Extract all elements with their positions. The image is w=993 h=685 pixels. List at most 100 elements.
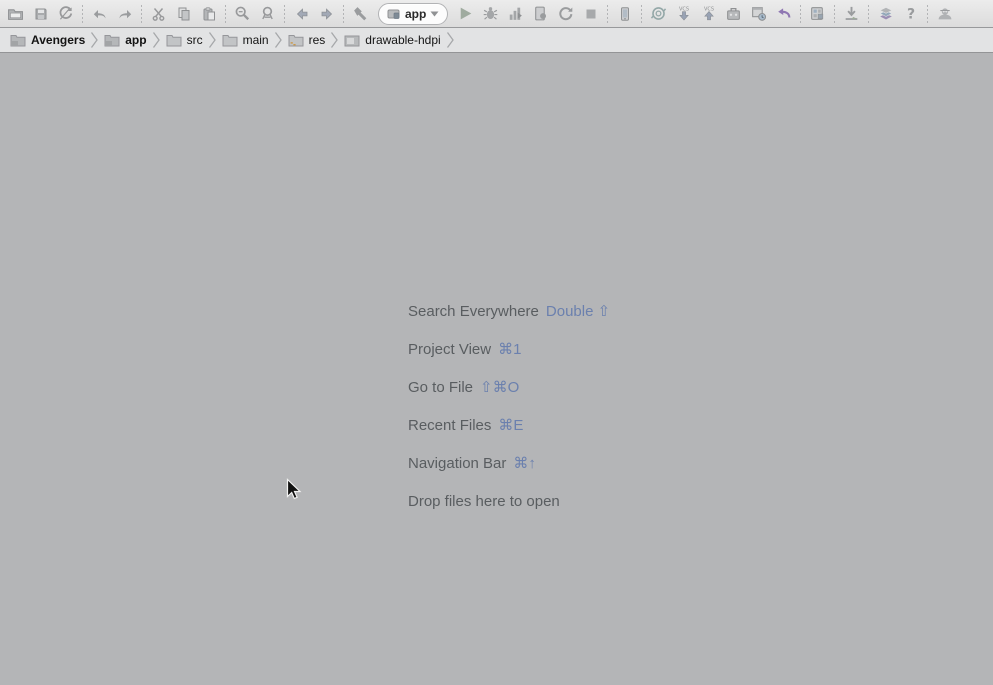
- app-module-icon: [387, 7, 401, 21]
- breadcrumb-label: drawable-hdpi: [365, 33, 440, 47]
- run-button[interactable]: [453, 2, 478, 26]
- shortcut-action: Drop files here to open: [408, 493, 560, 510]
- breadcrumb-label: main: [243, 33, 269, 47]
- project-structure-button[interactable]: [873, 2, 898, 26]
- breadcrumb-label: src: [187, 33, 203, 47]
- vcs-update-button[interactable]: VCS: [671, 2, 696, 26]
- breadcrumb-label: app: [125, 33, 146, 47]
- shortcut-keys: ⇧⌘O: [480, 379, 519, 396]
- chevron-down-icon: [430, 11, 439, 17]
- cut-icon: [151, 6, 167, 22]
- avd-manager-icon: [809, 5, 826, 22]
- shortcut-hints: Search EverywhereDouble ⇧ Project View⌘1…: [408, 303, 610, 531]
- briefcase-icon: [725, 5, 742, 22]
- hammer-icon: [352, 5, 369, 22]
- cut-button[interactable]: [146, 2, 171, 26]
- restore-layout-button[interactable]: [746, 2, 771, 26]
- open-folder-icon: [7, 5, 24, 22]
- save-button[interactable]: [28, 2, 53, 26]
- avd-manager-button[interactable]: [805, 2, 830, 26]
- build-button[interactable]: [348, 2, 373, 26]
- shortcut-hint-row: Drop files here to open: [408, 493, 610, 511]
- forward-arrow-icon: [319, 6, 335, 22]
- attach-process-icon: [532, 5, 549, 22]
- breadcrumb-item-res[interactable]: res: [285, 33, 329, 47]
- main-toolbar: app VCS VCS: [0, 0, 993, 28]
- vcs-commit-icon: VCS: [700, 5, 718, 22]
- breadcrumb-item-src[interactable]: src: [163, 33, 206, 47]
- breadcrumb-item-app[interactable]: app: [101, 33, 149, 47]
- gradle-sync-icon: [650, 5, 667, 22]
- android-studio-window: { "toolbar": { "app_selector": { "label"…: [0, 0, 993, 685]
- sdk-download-icon: [843, 5, 860, 22]
- redo-icon: [117, 6, 133, 22]
- find-in-path-button[interactable]: [255, 2, 280, 26]
- toolbar-separator: [225, 5, 226, 23]
- toolbox-button[interactable]: [721, 2, 746, 26]
- window-clock-icon: [750, 5, 767, 22]
- vcs-update-icon: VCS: [675, 5, 693, 22]
- run-configuration-selector[interactable]: app: [378, 3, 448, 25]
- undo-button[interactable]: [87, 2, 112, 26]
- debug-button[interactable]: [478, 2, 503, 26]
- profile-button[interactable]: [503, 2, 528, 26]
- vcs-commit-button[interactable]: VCS: [696, 2, 721, 26]
- back-arrow-icon: [294, 6, 310, 22]
- rerun-button[interactable]: [553, 2, 578, 26]
- undo-icon: [92, 6, 108, 22]
- layers-icon: [877, 5, 895, 22]
- play-icon: [457, 5, 474, 22]
- paste-icon: [201, 6, 217, 22]
- mouse-cursor: [286, 478, 302, 507]
- breadcrumb-item-main[interactable]: main: [219, 33, 272, 47]
- device-monitor-button[interactable]: [932, 2, 957, 26]
- attach-to-android-button[interactable]: [612, 2, 637, 26]
- navigation-bar: Avengers app src main res: [0, 28, 993, 53]
- shortcut-hint-row: Go to File ⇧⌘O: [408, 379, 610, 397]
- profiler-bars-icon: [507, 5, 524, 22]
- open-button[interactable]: [3, 2, 28, 26]
- shortcut-hint-row: Recent Files⌘E: [408, 417, 610, 435]
- sdk-manager-button[interactable]: [839, 2, 864, 26]
- toolbar-separator: [82, 5, 83, 23]
- shortcut-hint-row: Search EverywhereDouble ⇧: [408, 303, 610, 321]
- toolbar-separator: [800, 5, 801, 23]
- monitor-eye-icon: [936, 5, 954, 22]
- paste-button[interactable]: [196, 2, 221, 26]
- attach-debugger-button[interactable]: [528, 2, 553, 26]
- shortcut-action: Go to File: [408, 379, 473, 396]
- rerun-arrow-icon: [557, 5, 574, 22]
- search-icon: [234, 5, 251, 22]
- drawable-folder-icon: [344, 34, 360, 47]
- breadcrumb-separator-icon: [274, 30, 283, 50]
- svg-text:?: ?: [907, 7, 915, 23]
- toolbar-separator: [927, 5, 928, 23]
- help-icon: ?: [903, 5, 919, 22]
- gradle-sync-button[interactable]: [646, 2, 671, 26]
- search-badge-icon: [259, 5, 276, 22]
- stop-button[interactable]: [578, 2, 603, 26]
- shortcut-hint-row: Navigation Bar⌘↑: [408, 455, 610, 473]
- sync-icon: [57, 5, 74, 22]
- save-icon: [33, 6, 49, 22]
- breadcrumb-item-drawable-hdpi[interactable]: drawable-hdpi: [341, 33, 443, 47]
- redo-button[interactable]: [112, 2, 137, 26]
- copy-button[interactable]: [171, 2, 196, 26]
- toolbar-separator: [284, 5, 285, 23]
- empty-editor-pane: Search EverywhereDouble ⇧ Project View⌘1…: [0, 54, 993, 685]
- help-button[interactable]: ?: [898, 2, 923, 26]
- forward-button[interactable]: [314, 2, 339, 26]
- shortcut-action: Navigation Bar: [408, 455, 506, 472]
- shortcut-action: Recent Files: [408, 417, 491, 434]
- breadcrumb-item-avengers[interactable]: Avengers: [7, 33, 88, 47]
- breadcrumb-separator-icon: [208, 30, 217, 50]
- toolbar-separator: [343, 5, 344, 23]
- revert-button[interactable]: [771, 2, 796, 26]
- stop-square-icon: [583, 6, 599, 22]
- back-button[interactable]: [289, 2, 314, 26]
- resources-folder-icon: [288, 34, 304, 47]
- run-configuration-label: app: [405, 7, 426, 21]
- find-button[interactable]: [230, 2, 255, 26]
- sync-button[interactable]: [53, 2, 78, 26]
- copy-icon: [176, 6, 192, 22]
